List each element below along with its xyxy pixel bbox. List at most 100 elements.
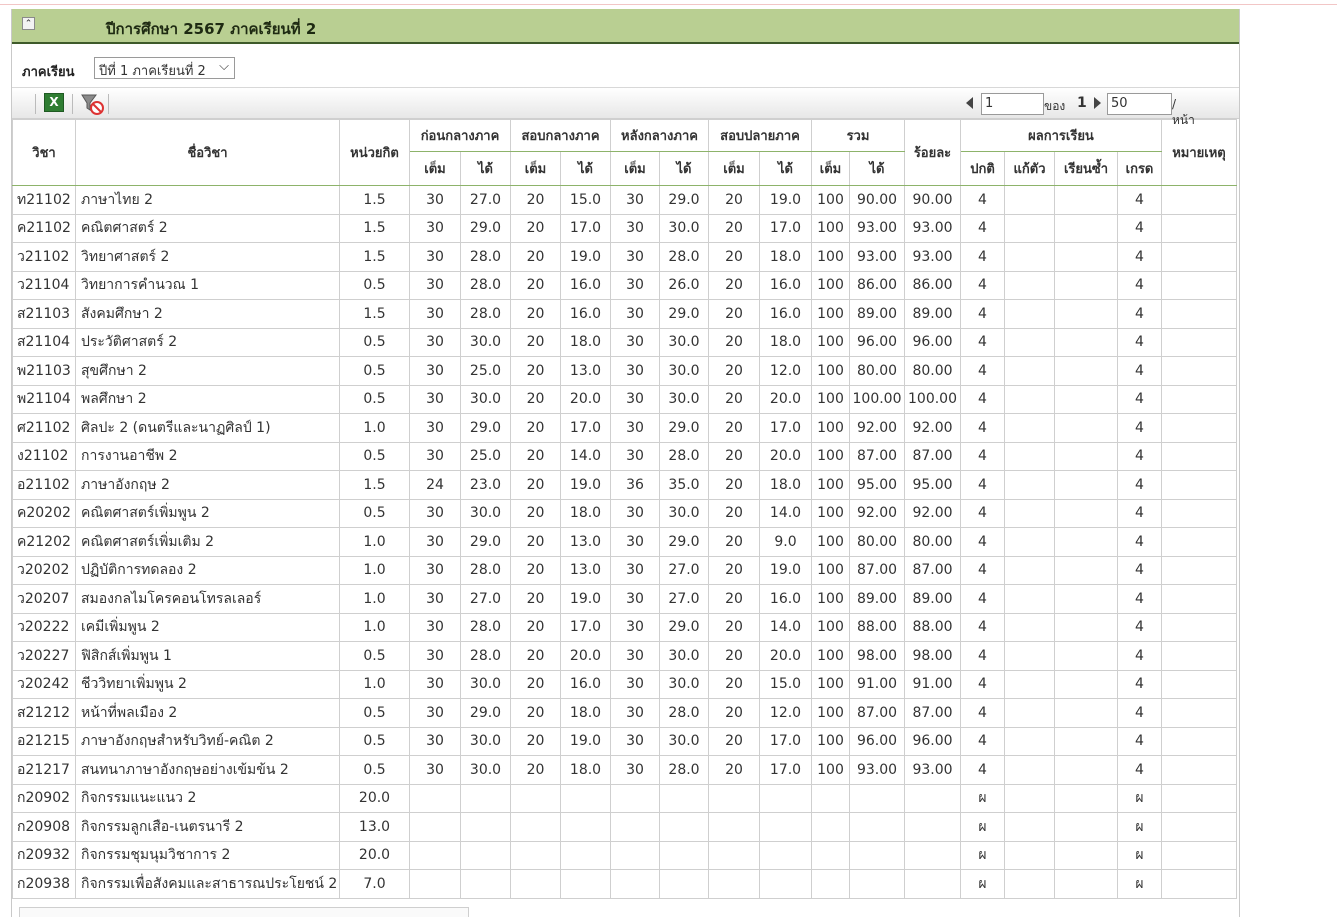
- collapse-icon[interactable]: ⌃: [22, 17, 35, 30]
- grades-table: วิชา ชื่อวิชา หน่วยกิต ก่อนกลางภาค สอบกล…: [12, 119, 1237, 899]
- excel-export-icon[interactable]: X: [44, 93, 64, 112]
- cell-result-fix: [1004, 213, 1055, 243]
- cell-percent: 90.00: [904, 185, 961, 215]
- term-select[interactable]: ปีที่ 1 ภาคเรียนที่ 2 ⌵: [94, 57, 235, 79]
- cell-final-full: 20: [708, 413, 760, 443]
- cell-pre-mid-got: [460, 869, 511, 899]
- page-number-input[interactable]: 1: [981, 93, 1044, 115]
- cell-result-normal: 4: [960, 527, 1005, 557]
- next-page-icon[interactable]: [1094, 97, 1101, 109]
- cell-mid-full: 20: [510, 441, 561, 471]
- cell-final-full: 20: [708, 555, 760, 585]
- cell-remark: [1161, 783, 1237, 813]
- cell-mid-full: 20: [510, 413, 561, 443]
- cell-credits: 0.5: [339, 755, 410, 785]
- cell-total-full: [811, 812, 850, 842]
- cell-total-got: 90.00: [849, 185, 905, 215]
- cell-result-normal: 4: [960, 356, 1005, 386]
- cell-post-mid-got: 29.0: [659, 299, 709, 329]
- cell-post-mid-full: 30: [610, 755, 660, 785]
- cell-mid-full: [510, 840, 561, 870]
- cell-result-fix: [1004, 470, 1055, 500]
- cell-name: ฟิสิกส์เพิ่มพูน 1: [75, 641, 340, 671]
- cell-pre-mid-full: 30: [409, 755, 461, 785]
- cell-code: ว20222: [12, 612, 76, 642]
- cell-result-repeat: [1054, 869, 1118, 899]
- cell-code: ส21212: [12, 698, 76, 728]
- cell-name: พลศึกษา 2: [75, 384, 340, 414]
- cell-total-full: [811, 783, 850, 813]
- cell-post-mid-full: 30: [610, 213, 660, 243]
- cell-total-full: 100: [811, 327, 850, 357]
- cell-post-mid-full: 30: [610, 242, 660, 272]
- cell-result-repeat: [1054, 213, 1118, 243]
- cell-final-got: 18.0: [759, 470, 812, 500]
- cell-pre-mid-full: [409, 869, 461, 899]
- clear-filter-icon[interactable]: [80, 92, 106, 116]
- cell-total-got: 93.00: [849, 755, 905, 785]
- cell-remark: [1161, 213, 1237, 243]
- cell-percent: 98.00: [904, 641, 961, 671]
- cell-post-mid-full: 30: [610, 612, 660, 642]
- cell-remark: [1161, 612, 1237, 642]
- cell-pre-mid-got: 27.0: [460, 185, 511, 215]
- cell-result-normal: 4: [960, 441, 1005, 471]
- cell-name: สังคมศึกษา 2: [75, 299, 340, 329]
- bottom-scroll-area[interactable]: [19, 907, 469, 917]
- cell-credits: 1.5: [339, 470, 410, 500]
- cell-total-got: 93.00: [849, 242, 905, 272]
- cell-percent: 88.00: [904, 612, 961, 642]
- table-row: ว21102 วิทยาศาสตร์ 2 1.5 30 28.0 20 19.0 30 28.0…: [12, 242, 1237, 272]
- cell-credits: 0.5: [339, 698, 410, 728]
- cell-pre-mid-got: 29.0: [460, 527, 511, 557]
- cell-credits: 0.5: [339, 270, 410, 300]
- cell-code: ค21102: [12, 213, 76, 243]
- cell-final-got: 17.0: [759, 755, 812, 785]
- cell-code: ว20202: [12, 555, 76, 585]
- cell-grade: ผ: [1117, 840, 1162, 870]
- cell-credits: 0.5: [339, 641, 410, 671]
- cell-post-mid-full: 30: [610, 384, 660, 414]
- term-filter-row: ภาคเรียน ปีที่ 1 ภาคเรียนที่ 2 ⌵: [12, 44, 1239, 87]
- cell-post-mid-got: 30.0: [659, 384, 709, 414]
- cell-percent: [904, 812, 961, 842]
- cell-result-repeat: [1054, 356, 1118, 386]
- cell-mid-full: 20: [510, 384, 561, 414]
- cell-result-repeat: [1054, 726, 1118, 756]
- cell-pre-mid-got: 28.0: [460, 641, 511, 671]
- header-group: ก่อนกลางภาค: [409, 119, 511, 152]
- cell-pre-mid-full: 30: [409, 327, 461, 357]
- header-code: วิชา: [12, 119, 76, 186]
- cell-result-repeat: [1054, 242, 1118, 272]
- toolbar-divider: [72, 94, 73, 114]
- cell-post-mid-full: 30: [610, 669, 660, 699]
- cell-mid-full: 20: [510, 185, 561, 215]
- cell-pre-mid-full: 30: [409, 527, 461, 557]
- cell-name: กิจกรรมแนะแนว 2: [75, 783, 340, 813]
- cell-remark: [1161, 270, 1237, 300]
- of-label: ของ: [1044, 99, 1066, 113]
- page-size-input[interactable]: 50: [1107, 93, 1172, 115]
- cell-percent: 96.00: [904, 327, 961, 357]
- cell-result-repeat: [1054, 185, 1118, 215]
- cell-result-repeat: [1054, 840, 1118, 870]
- cell-mid-full: 20: [510, 698, 561, 728]
- toolbar-divider: [35, 94, 36, 114]
- cell-name: หน้าที่พลเมือง 2: [75, 698, 340, 728]
- cell-pre-mid-full: 30: [409, 356, 461, 386]
- cell-result-fix: [1004, 356, 1055, 386]
- panel-title: ปีการศึกษา 2567 ภาคเรียนที่ 2: [106, 20, 317, 38]
- cell-name: เคมีเพิ่มพูน 2: [75, 612, 340, 642]
- cell-percent: 93.00: [904, 213, 961, 243]
- cell-name: กิจกรรมลูกเสือ-เนตรนารี 2: [75, 812, 340, 842]
- cell-mid-got: 18.0: [560, 698, 611, 728]
- cell-name: ภาษาอังกฤษสำหรับวิทย์-คณิต 2: [75, 726, 340, 756]
- cell-mid-got: 13.0: [560, 527, 611, 557]
- cell-total-full: 100: [811, 384, 850, 414]
- cell-pre-mid-got: 30.0: [460, 498, 511, 528]
- cell-mid-full: 20: [510, 299, 561, 329]
- prev-page-icon[interactable]: [966, 97, 973, 109]
- cell-total-got: 95.00: [849, 470, 905, 500]
- term-select-value: ปีที่ 1 ภาคเรียนที่ 2: [99, 64, 206, 79]
- cell-result-normal: 4: [960, 641, 1005, 671]
